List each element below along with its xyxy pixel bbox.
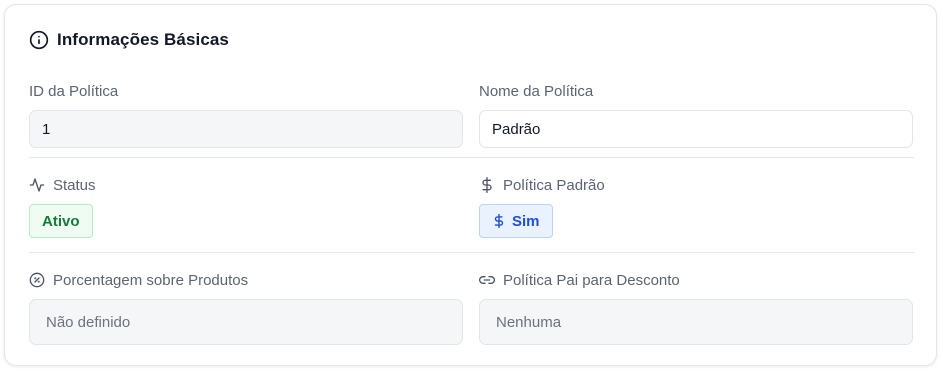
policy-name-label-text: Nome da Política xyxy=(479,82,594,100)
product-percentage-label: Porcentagem sobre Produtos xyxy=(29,270,463,290)
product-percentage-input[interactable] xyxy=(29,299,463,345)
product-percentage-field: Porcentagem sobre Produtos xyxy=(29,270,463,345)
policy-id-label: ID da Política xyxy=(29,81,463,101)
policy-id-field: ID da Política xyxy=(29,81,463,148)
parent-discount-policy-field: Política Pai para Desconto xyxy=(479,270,913,345)
activity-icon xyxy=(29,177,45,193)
divider xyxy=(29,252,914,253)
policy-id-label-text: ID da Política xyxy=(29,82,119,100)
percent-badge-icon xyxy=(29,272,45,288)
parent-discount-policy-label: Política Pai para Desconto xyxy=(479,270,913,290)
default-policy-field: Política Padrão Sim xyxy=(479,175,913,238)
product-percentage-label-text: Porcentagem sobre Produtos xyxy=(53,271,249,289)
basic-info-card: Informações Básicas ID da Política Nome … xyxy=(4,4,937,366)
dollar-icon xyxy=(479,177,495,193)
policy-name-field: Nome da Política xyxy=(479,81,913,148)
status-label: Status xyxy=(29,175,463,195)
status-badge-text: Ativo xyxy=(42,212,80,230)
parent-discount-policy-label-text: Política Pai para Desconto xyxy=(503,271,680,289)
section-title: Informações Básicas xyxy=(57,30,229,49)
link-icon xyxy=(479,272,495,288)
parent-discount-policy-input[interactable] xyxy=(479,299,913,345)
status-label-text: Status xyxy=(53,176,96,194)
default-policy-badge-text: Sim xyxy=(512,212,540,230)
divider xyxy=(29,157,914,158)
default-policy-badge: Sim xyxy=(479,204,553,238)
policy-name-input[interactable] xyxy=(479,110,913,148)
info-circle-icon xyxy=(29,30,49,50)
policy-id-input[interactable] xyxy=(29,110,463,148)
section-header: Informações Básicas xyxy=(29,29,229,51)
status-field: Status Ativo xyxy=(29,175,463,238)
default-policy-label: Política Padrão xyxy=(479,175,913,195)
default-policy-label-text: Política Padrão xyxy=(503,176,605,194)
dollar-icon xyxy=(492,214,506,228)
policy-name-label: Nome da Política xyxy=(479,81,913,101)
status-badge: Ativo xyxy=(29,204,93,238)
